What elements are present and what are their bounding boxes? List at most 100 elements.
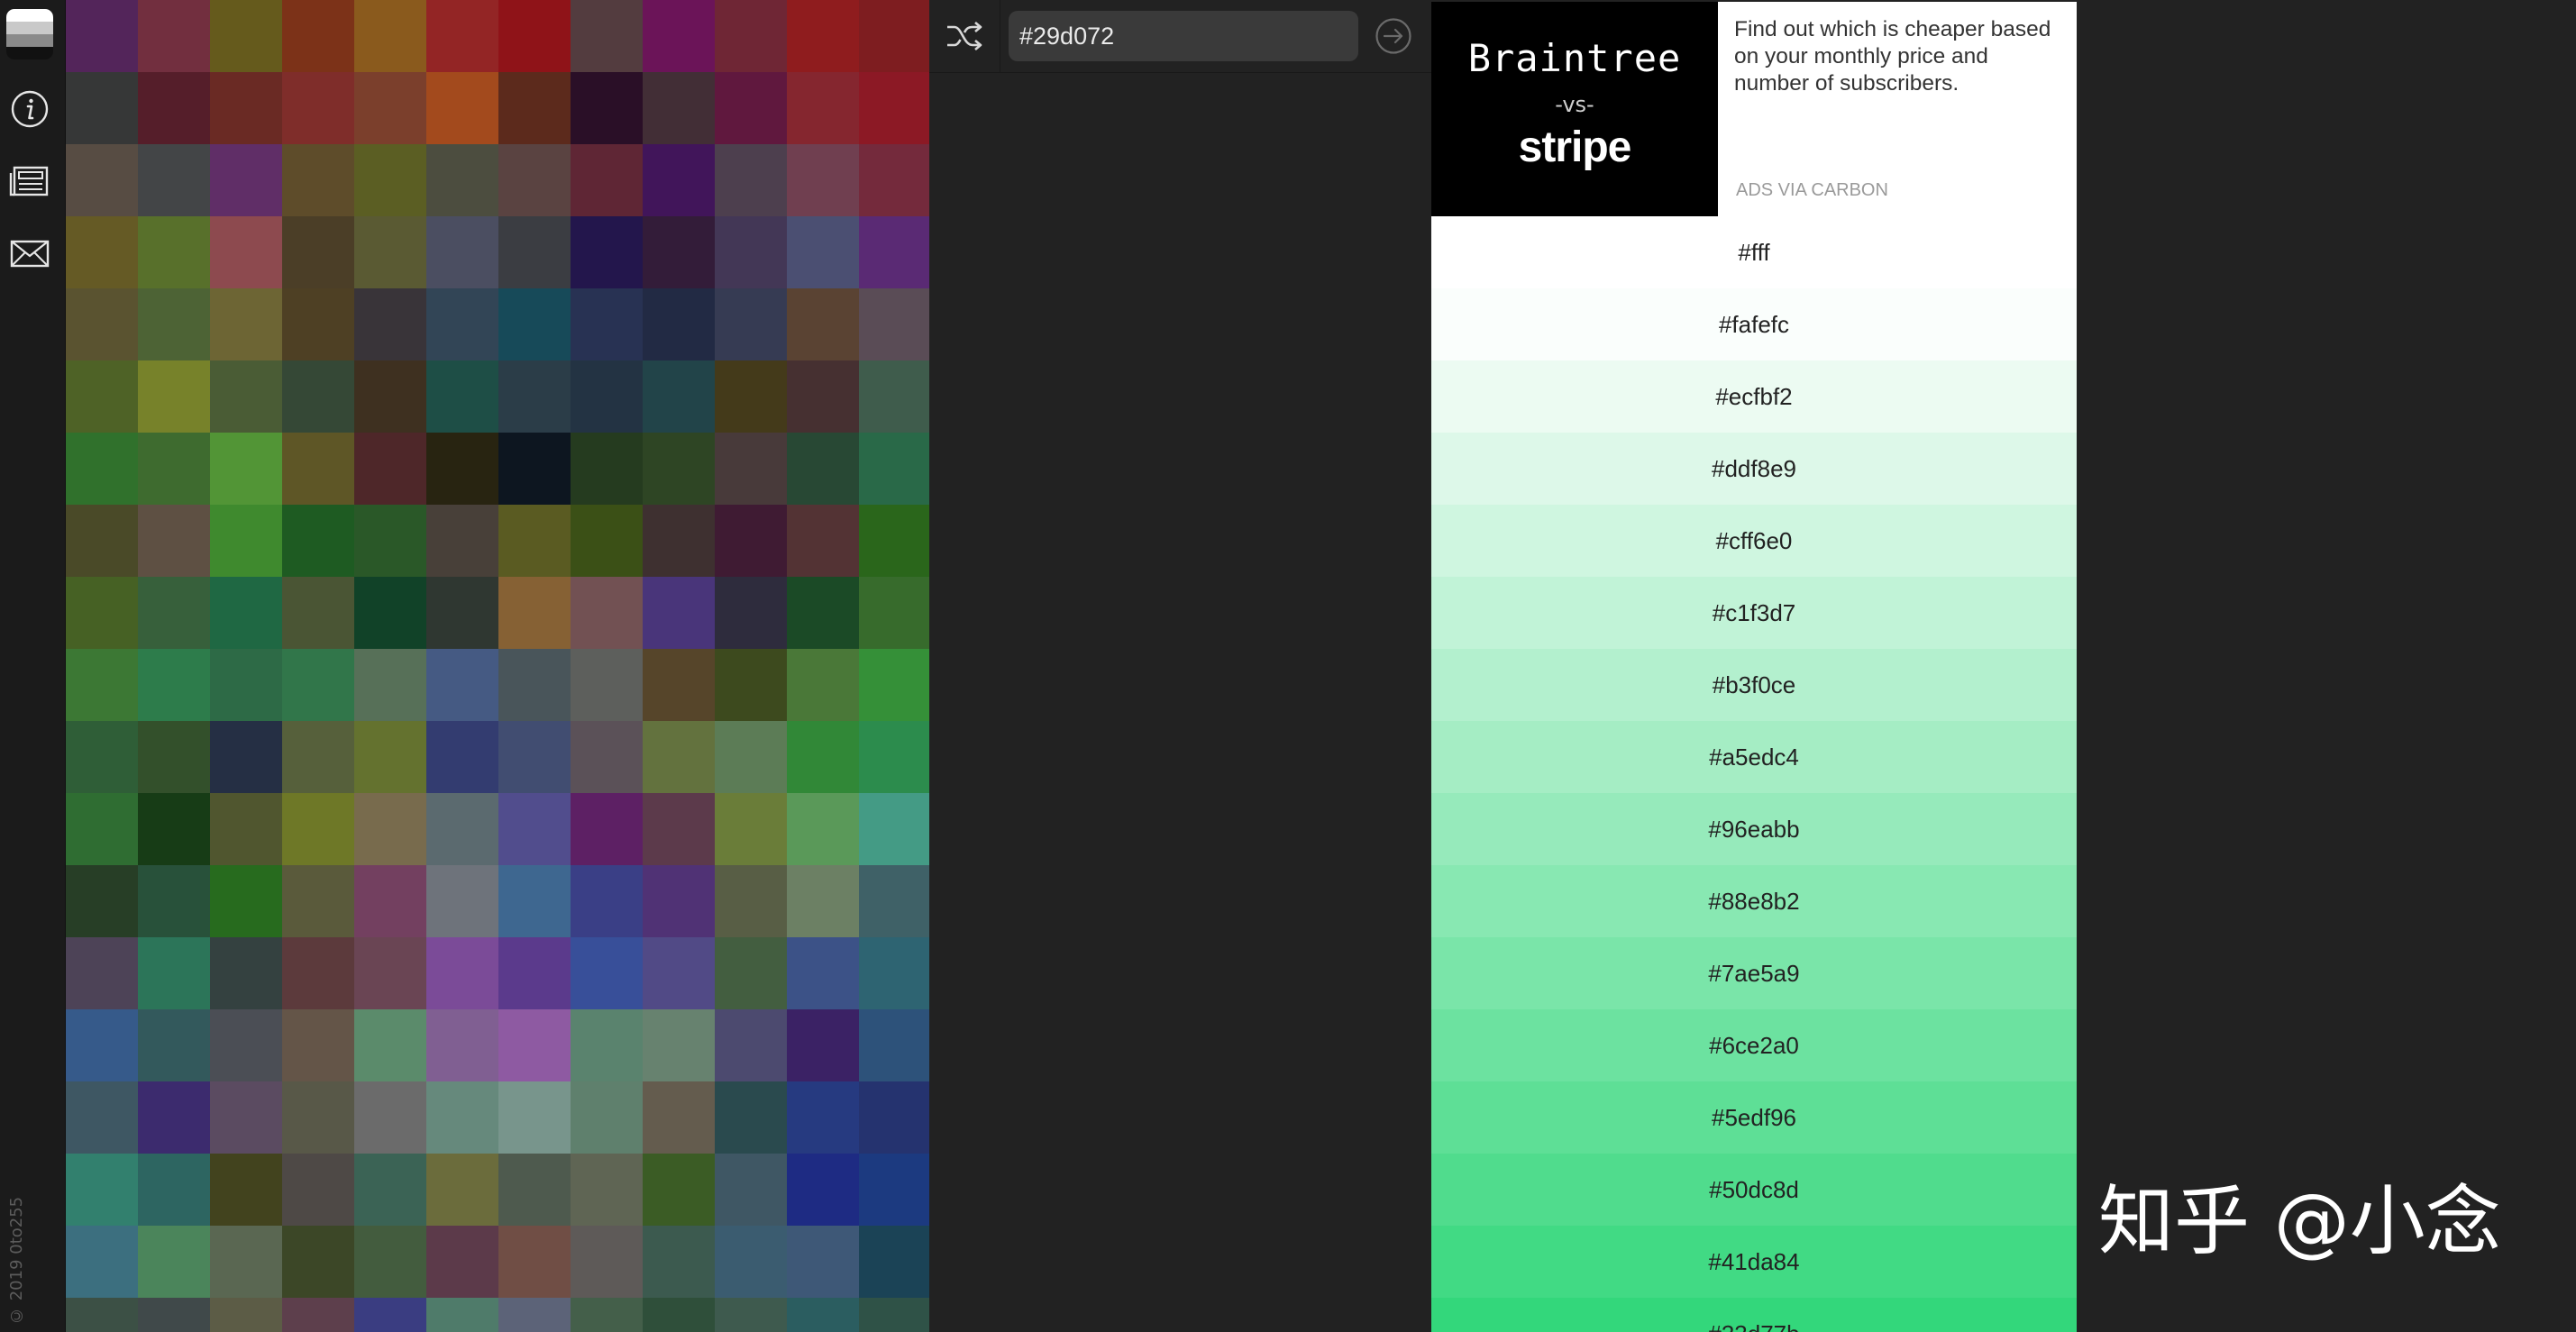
color-swatch[interactable] — [426, 72, 498, 144]
color-swatch[interactable] — [282, 505, 354, 577]
color-swatch[interactable] — [643, 649, 715, 721]
color-swatch[interactable] — [138, 1226, 210, 1298]
logo-icon[interactable] — [6, 9, 53, 59]
color-swatch[interactable] — [715, 937, 787, 1009]
color-swatch[interactable] — [210, 937, 282, 1009]
color-swatch[interactable] — [571, 1226, 643, 1298]
color-swatch[interactable] — [210, 721, 282, 793]
color-swatch[interactable] — [210, 0, 282, 72]
color-swatch[interactable] — [282, 649, 354, 721]
color-swatch[interactable] — [787, 505, 859, 577]
color-swatch[interactable] — [571, 1298, 643, 1332]
color-swatch[interactable] — [138, 0, 210, 72]
color-swatch[interactable] — [138, 1009, 210, 1081]
color-swatch[interactable] — [354, 793, 426, 865]
color-swatch[interactable] — [787, 72, 859, 144]
color-swatch[interactable] — [138, 1298, 210, 1332]
color-swatch[interactable] — [643, 216, 715, 288]
color-swatch[interactable] — [643, 360, 715, 433]
color-swatch[interactable] — [210, 1009, 282, 1081]
color-swatch[interactable] — [282, 865, 354, 937]
color-swatch[interactable] — [715, 216, 787, 288]
color-swatch[interactable] — [354, 1226, 426, 1298]
color-swatch[interactable] — [787, 1154, 859, 1226]
color-swatch[interactable] — [210, 72, 282, 144]
color-swatch[interactable] — [571, 433, 643, 505]
color-swatch[interactable] — [282, 288, 354, 360]
color-swatch[interactable] — [138, 216, 210, 288]
color-swatch[interactable] — [66, 72, 138, 144]
color-swatch[interactable] — [282, 1009, 354, 1081]
color-swatch[interactable] — [715, 649, 787, 721]
color-swatch[interactable] — [426, 937, 498, 1009]
color-swatch[interactable] — [498, 0, 571, 72]
info-icon[interactable] — [9, 88, 50, 130]
color-swatch[interactable] — [715, 793, 787, 865]
color-swatch[interactable] — [426, 793, 498, 865]
color-swatch[interactable] — [859, 721, 929, 793]
shade-row[interactable]: #ecfbf2 — [1431, 360, 2077, 433]
color-swatch[interactable] — [210, 433, 282, 505]
color-swatch[interactable] — [787, 144, 859, 216]
color-swatch[interactable] — [859, 72, 929, 144]
color-swatch[interactable] — [787, 216, 859, 288]
color-swatch[interactable] — [210, 360, 282, 433]
color-swatch[interactable] — [859, 577, 929, 649]
color-swatch[interactable] — [498, 937, 571, 1009]
color-swatch[interactable] — [210, 865, 282, 937]
color-swatch[interactable] — [715, 72, 787, 144]
color-swatch[interactable] — [354, 216, 426, 288]
color-swatch[interactable] — [138, 1154, 210, 1226]
color-swatch[interactable] — [66, 1154, 138, 1226]
color-swatch[interactable] — [643, 505, 715, 577]
color-swatch[interactable] — [354, 1081, 426, 1154]
color-swatch[interactable] — [426, 1081, 498, 1154]
color-swatch[interactable] — [643, 1226, 715, 1298]
color-swatch[interactable] — [643, 1081, 715, 1154]
color-swatch[interactable] — [571, 865, 643, 937]
color-swatch[interactable] — [787, 577, 859, 649]
color-swatch[interactable] — [354, 1154, 426, 1226]
color-swatch[interactable] — [282, 216, 354, 288]
color-swatch[interactable] — [282, 1226, 354, 1298]
color-swatch[interactable] — [859, 649, 929, 721]
color-swatch[interactable] — [282, 72, 354, 144]
color-swatch[interactable] — [138, 793, 210, 865]
color-swatch[interactable] — [787, 433, 859, 505]
mail-icon[interactable] — [9, 233, 50, 274]
color-swatch[interactable] — [354, 1298, 426, 1332]
color-swatch[interactable] — [138, 577, 210, 649]
color-swatch[interactable] — [66, 505, 138, 577]
color-swatch[interactable] — [426, 505, 498, 577]
color-swatch[interactable] — [66, 793, 138, 865]
color-swatch[interactable] — [354, 865, 426, 937]
color-swatch[interactable] — [282, 937, 354, 1009]
color-swatch[interactable] — [66, 1081, 138, 1154]
color-swatch[interactable] — [282, 433, 354, 505]
color-swatch[interactable] — [859, 288, 929, 360]
color-swatch[interactable] — [571, 1009, 643, 1081]
color-swatch[interactable] — [138, 288, 210, 360]
color-swatch[interactable] — [66, 144, 138, 216]
color-swatch[interactable] — [787, 1009, 859, 1081]
ads-via-carbon-link[interactable]: ADS VIA CARBON — [1736, 180, 1888, 201]
shade-row[interactable]: #fafefc — [1431, 288, 2077, 360]
color-swatch[interactable] — [498, 649, 571, 721]
color-swatch[interactable] — [643, 1009, 715, 1081]
color-swatch[interactable] — [859, 937, 929, 1009]
color-swatch[interactable] — [282, 360, 354, 433]
color-swatch[interactable] — [426, 1298, 498, 1332]
color-swatch[interactable] — [66, 1298, 138, 1332]
color-swatch[interactable] — [498, 865, 571, 937]
color-swatch[interactable] — [571, 360, 643, 433]
color-swatch[interactable] — [210, 1154, 282, 1226]
color-swatch[interactable] — [282, 1298, 354, 1332]
shade-row[interactable]: #6ce2a0 — [1431, 1009, 2077, 1081]
color-swatch[interactable] — [66, 360, 138, 433]
color-swatch[interactable] — [138, 433, 210, 505]
color-swatch[interactable] — [426, 865, 498, 937]
color-swatch[interactable] — [643, 0, 715, 72]
color-swatch[interactable] — [571, 793, 643, 865]
color-swatch[interactable] — [571, 505, 643, 577]
color-swatch[interactable] — [715, 1009, 787, 1081]
